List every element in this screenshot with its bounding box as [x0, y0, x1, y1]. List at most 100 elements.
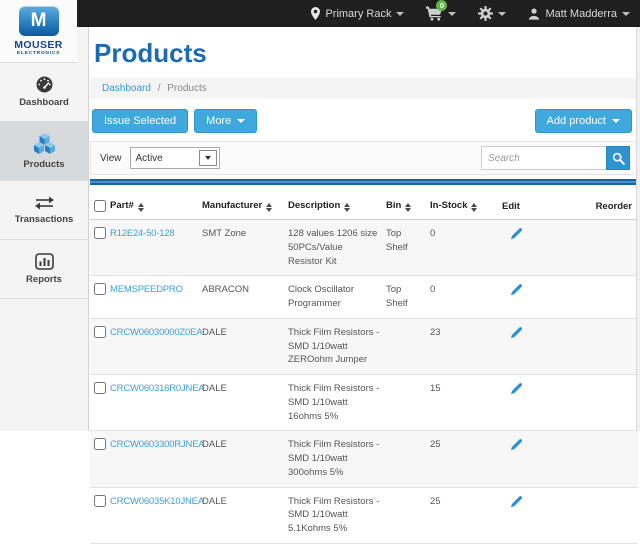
add-product-button[interactable]: Add product — [535, 109, 632, 133]
gauge-icon — [35, 76, 54, 93]
reorder-cell — [558, 431, 638, 487]
search-button[interactable] — [606, 146, 630, 170]
row-checkbox[interactable] — [94, 326, 106, 338]
main-content: Products Dashboard / Products Issue Sele… — [88, 27, 640, 431]
bin-cell — [384, 431, 428, 487]
view-label: View — [100, 153, 122, 164]
toolbar: Issue Selected More Add product — [92, 109, 636, 133]
mouser-logo-name: MOUSER — [14, 39, 63, 51]
manufacturer-cell: SMT Zone — [200, 220, 286, 276]
edit-pencil-icon[interactable] — [510, 495, 523, 508]
part-link[interactable]: CRCW06035K10JNEA — [110, 496, 204, 507]
manufacturer-cell: DALE — [200, 318, 286, 374]
breadcrumb: Dashboard / Products — [90, 78, 638, 99]
search-input[interactable] — [481, 146, 606, 170]
table-row: R12E24-50-128 SMT Zone 128 values 1206 s… — [90, 220, 638, 276]
part-link[interactable]: CRCW060316R0JNEA — [110, 383, 204, 394]
sort-icon — [405, 203, 411, 212]
select-dropdown-button[interactable] — [199, 150, 217, 166]
sort-icon — [266, 203, 272, 212]
sort-icon — [471, 203, 477, 212]
column-header-edit: Edit — [500, 195, 558, 220]
bin-cell — [384, 487, 428, 543]
location-pin-icon — [311, 7, 320, 20]
cart-icon: 0 — [426, 6, 443, 21]
edit-pencil-icon[interactable] — [510, 438, 523, 451]
view-select[interactable]: Active — [130, 147, 220, 169]
row-checkbox[interactable] — [94, 382, 106, 394]
table-row: MEMSPEEDPRO ABRACON Clock Oscillator Pro… — [90, 276, 638, 319]
reorder-cell — [558, 318, 638, 374]
location-menu-button[interactable]: Primary Rack — [311, 7, 404, 20]
cart-badge: 0 — [436, 0, 447, 11]
column-label: Reorder — [596, 201, 632, 212]
cart-menu-button[interactable]: 0 — [426, 6, 456, 21]
manufacturer-cell: DALE — [200, 487, 286, 543]
chevron-down-icon — [622, 12, 630, 16]
user-icon — [528, 8, 540, 20]
sort-icon — [138, 203, 144, 212]
mouser-logo[interactable]: M MOUSER ELECTRONICS — [0, 0, 77, 63]
products-table: Part# Manufacturer Description BinIn-StockE… — [90, 195, 638, 544]
scrollbar[interactable] — [636, 27, 640, 431]
table-body: R12E24-50-128 SMT Zone 128 values 1206 s… — [90, 220, 638, 544]
mouser-logo-subname: ELECTRONICS — [17, 51, 60, 56]
manufacturer-cell: DALE — [200, 375, 286, 431]
part-link[interactable]: MEMSPEEDPRO — [110, 284, 183, 295]
chevron-down-icon — [498, 12, 506, 16]
table-header-row: Part# Manufacturer Description BinIn-StockE… — [90, 195, 638, 220]
column-header-bin[interactable]: Bin — [384, 195, 428, 220]
sidebar: M MOUSER ELECTRONICS Dashboard — [0, 0, 89, 431]
column-header-manufacturer[interactable]: Manufacturer — [200, 195, 286, 220]
more-button[interactable]: More — [194, 109, 257, 133]
instock-cell: 25 — [428, 487, 500, 543]
column-header-description[interactable]: Description — [286, 195, 384, 220]
bin-cell — [384, 318, 428, 374]
edit-pencil-icon[interactable] — [510, 283, 523, 296]
issue-selected-button[interactable]: Issue Selected — [92, 109, 188, 133]
part-link[interactable]: CRCW0603300RJNEA — [110, 439, 204, 450]
column-header-instock[interactable]: In-Stock — [428, 195, 500, 220]
chevron-down-icon — [237, 119, 245, 123]
part-link[interactable]: CRCW06030000Z0EA — [110, 327, 202, 338]
settings-menu-button[interactable] — [478, 6, 506, 21]
cubes-icon — [33, 133, 56, 155]
user-menu-button[interactable]: Matt Madderra — [528, 8, 630, 20]
column-label: Part# — [110, 200, 134, 211]
location-label: Primary Rack — [325, 8, 391, 20]
user-name: Matt Madderra — [545, 8, 617, 20]
transfer-arrows-icon — [34, 196, 55, 210]
sidebar-item-transactions[interactable]: Transactions — [0, 181, 88, 240]
search-group — [481, 146, 630, 170]
sort-icon — [344, 203, 350, 212]
table-row: CRCW0603300RJNEA DALE Thick Film Resisto… — [90, 431, 638, 487]
select-all-checkbox[interactable] — [94, 200, 106, 212]
column-label: Manufacturer — [202, 200, 262, 211]
row-checkbox[interactable] — [94, 495, 106, 507]
row-checkbox[interactable] — [94, 438, 106, 450]
edit-pencil-icon[interactable] — [510, 382, 523, 395]
breadcrumb-separator: / — [158, 83, 161, 94]
sidebar-item-products[interactable]: Products — [0, 122, 88, 181]
mouser-logo-mark: M — [19, 6, 59, 36]
column-header-part[interactable]: Part# — [108, 195, 200, 220]
reorder-cell — [558, 220, 638, 276]
bin-cell: Top Shelf — [384, 276, 428, 319]
row-checkbox[interactable] — [94, 283, 106, 295]
search-icon — [612, 152, 625, 165]
instock-cell: 0 — [428, 220, 500, 276]
part-link[interactable]: R12E24-50-128 — [110, 228, 174, 239]
table-row: CRCW06035K10JNEA DALE Thick Film Resisto… — [90, 487, 638, 543]
sidebar-item-dashboard[interactable]: Dashboard — [0, 63, 88, 122]
chevron-down-icon — [205, 156, 211, 160]
instock-cell: 25 — [428, 431, 500, 487]
reorder-cell — [558, 487, 638, 543]
sidebar-item-label: Dashboard — [19, 97, 69, 108]
row-checkbox[interactable] — [94, 227, 106, 239]
breadcrumb-dashboard-link[interactable]: Dashboard — [102, 83, 151, 94]
edit-pencil-icon[interactable] — [510, 227, 523, 240]
sidebar-item-reports[interactable]: Reports — [0, 240, 88, 299]
table-row: CRCW060316R0JNEA DALE Thick Film Resisto… — [90, 375, 638, 431]
column-label: Description — [288, 200, 340, 211]
edit-pencil-icon[interactable] — [510, 326, 523, 339]
